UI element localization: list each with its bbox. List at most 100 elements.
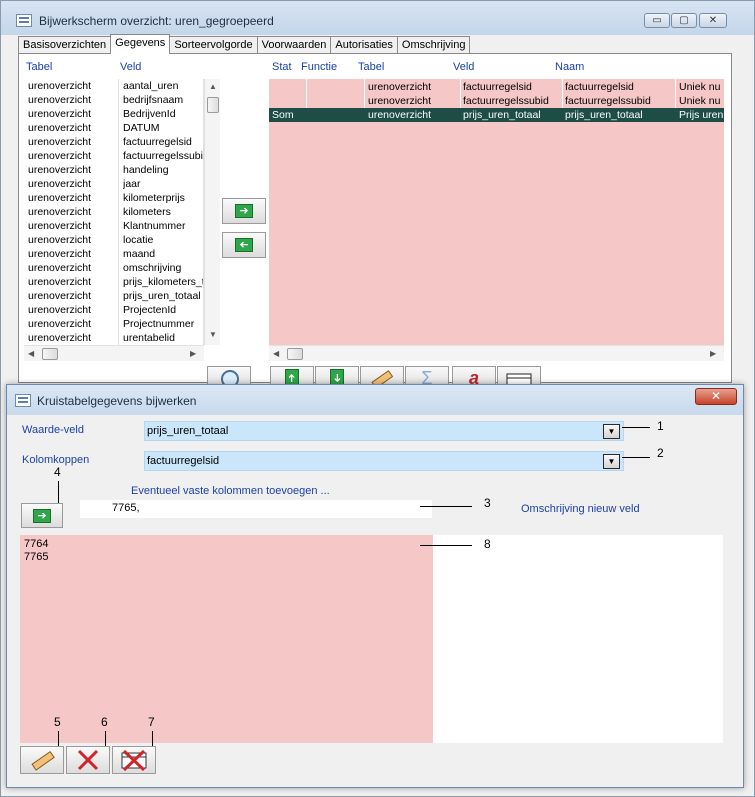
scroll-left-icon[interactable]: ◀ xyxy=(28,350,34,358)
add-fixed-column-button[interactable]: ➔ xyxy=(21,503,63,528)
list-item[interactable]: urenoverzicht kilometerprijs xyxy=(24,191,220,205)
grid-header-function: Functie xyxy=(301,61,338,73)
table-row[interactable]: urenoverzicht factuurregelssubid factuurre… xyxy=(269,94,724,108)
close-button[interactable]: ✕ xyxy=(699,13,727,28)
red-x-icon xyxy=(77,749,99,771)
chevron-down-icon[interactable]: ▼ xyxy=(603,424,620,439)
scroll-thumb[interactable] xyxy=(42,348,58,360)
scroll-right-icon[interactable]: ▶ xyxy=(190,350,196,358)
list-item[interactable]: urenoverzicht jaar xyxy=(24,177,220,191)
list-item-table: urenoverzicht xyxy=(28,276,92,288)
table-row[interactable]: urenoverzicht factuurregelsid factuurregel… xyxy=(269,80,724,94)
cancel-button[interactable] xyxy=(66,746,110,774)
tab-sorteervolgorde[interactable]: Sorteervolgorde xyxy=(169,36,258,54)
list-item-table: urenoverzicht xyxy=(28,206,92,218)
list-item[interactable]: urenoverzicht maand xyxy=(24,247,220,261)
dialog-close-button[interactable]: ✕ xyxy=(695,388,737,405)
grid-cell-field: prijs_uren_totaal xyxy=(463,109,541,121)
list-item[interactable]: urenoverzicht ProjectenId xyxy=(24,303,220,317)
delete-crosstab-button[interactable] xyxy=(112,746,156,774)
grid-cell-stat: Som xyxy=(272,109,294,121)
list-item-field: omschrijving xyxy=(123,262,182,274)
list-item-field: Klantnummer xyxy=(123,220,186,232)
list-item-table: urenoverzicht xyxy=(28,80,92,92)
list-item-table: urenoverzicht xyxy=(28,192,92,204)
list-item[interactable]: urenoverzicht Projectnummer xyxy=(24,317,220,331)
list-item[interactable]: urenoverzicht factuurregelssubid xyxy=(24,149,220,163)
delete-table-icon xyxy=(121,749,147,772)
list-item-field: Projectnummer xyxy=(123,318,195,330)
field-list[interactable]: urenoverzicht aantal_uren urenoverzicht bed… xyxy=(24,79,220,345)
new-field-description-input[interactable] xyxy=(433,535,723,743)
column-headers-select[interactable]: factuurregelsid ▼ xyxy=(144,451,624,471)
list-item-field: kilometers xyxy=(123,206,171,218)
callout-7: 7 xyxy=(148,715,155,729)
grid-header-name: Naam xyxy=(555,61,585,73)
value-field-select[interactable]: prijs_uren_totaal ▼ xyxy=(144,421,624,441)
field-list-hscrollbar[interactable]: ◀ ▶ xyxy=(24,345,204,361)
callout-3: 3 xyxy=(484,496,491,510)
tab-omschrijving[interactable]: Omschrijving xyxy=(396,36,471,54)
scroll-thumb[interactable] xyxy=(287,348,303,360)
list-item[interactable]: urenoverzicht omschrijving xyxy=(24,261,220,275)
scroll-left-icon[interactable]: ◀ xyxy=(273,350,279,358)
grid-cell-desc: Uniek nu xyxy=(679,81,721,93)
list-header-table: Tabel xyxy=(26,61,53,73)
list-item[interactable]: urenoverzicht prijs_uren_totaal xyxy=(24,289,220,303)
callout-line xyxy=(420,545,472,546)
field-list-vscrollbar[interactable]: ▲ ▼ xyxy=(204,79,220,345)
list-item[interactable]: urenoverzicht locatie xyxy=(24,233,220,247)
dialog-title: Kruistabelgegevens bijwerken xyxy=(37,394,197,408)
maximize-button[interactable]: ▢ xyxy=(671,13,697,28)
minimize-button[interactable]: ▭ xyxy=(644,13,670,28)
dialog-titlebar[interactable]: Kruistabelgegevens bijwerken ✕ xyxy=(7,385,743,415)
grid-cell-name: prijs_uren_totaal xyxy=(565,109,643,121)
list-item[interactable]: urenoverzicht aantal_uren xyxy=(24,79,220,93)
scroll-thumb[interactable] xyxy=(207,97,219,113)
tab-autorisaties[interactable]: Autorisaties xyxy=(330,36,398,54)
tab-voorwaarden[interactable]: Voorwaarden xyxy=(256,36,332,54)
selected-fields-grid[interactable]: urenoverzicht factuurregelsid factuurregel… xyxy=(269,79,724,345)
minimize-icon: ▭ xyxy=(652,14,662,26)
list-item[interactable]: urenoverzicht handeling xyxy=(24,163,220,177)
fixed-columns-input[interactable]: 7765, xyxy=(80,500,432,518)
list-item[interactable]: urenoverzicht urentabelid xyxy=(24,331,220,345)
arrow-right-icon: ➔ xyxy=(33,508,51,523)
list-item-field: DATUM xyxy=(123,122,160,134)
tab-basisoverzichten[interactable]: Basisoverzichten xyxy=(18,36,112,54)
list-item[interactable]: 7765 xyxy=(24,551,433,564)
save-button[interactable] xyxy=(20,746,64,774)
list-item-field: handeling xyxy=(123,164,169,176)
list-item-table: urenoverzicht xyxy=(28,290,92,302)
list-item-table: urenoverzicht xyxy=(28,108,92,120)
chevron-down-icon[interactable]: ▼ xyxy=(603,454,620,469)
list-item[interactable]: urenoverzicht prijs_kilometers_totaal xyxy=(24,275,220,289)
remove-field-button[interactable]: ➔ xyxy=(222,232,266,258)
list-item[interactable]: urenoverzicht bedrijfsnaam xyxy=(24,93,220,107)
tab-gegevens[interactable]: Gegevens xyxy=(110,34,171,54)
list-item[interactable]: 7764 xyxy=(24,538,433,551)
scroll-up-icon[interactable]: ▲ xyxy=(209,83,217,91)
list-item[interactable]: urenoverzicht Klantnummer xyxy=(24,219,220,233)
main-titlebar[interactable]: Bijwerkscherm overzicht: uren_gegroepeer… xyxy=(1,1,754,35)
list-item-field: jaar xyxy=(123,178,141,190)
list-item[interactable]: urenoverzicht BedrijvenId xyxy=(24,107,220,121)
scroll-right-icon[interactable]: ▶ xyxy=(710,350,716,358)
add-field-button[interactable]: ➔ xyxy=(222,198,266,224)
list-item[interactable]: urenoverzicht factuurregelsid xyxy=(24,135,220,149)
callout-8: 8 xyxy=(484,537,491,551)
list-item-table: urenoverzicht xyxy=(28,164,92,176)
list-header-field: Veld xyxy=(120,61,142,73)
callout-4: 4 xyxy=(54,465,61,479)
scroll-down-icon[interactable]: ▼ xyxy=(209,331,217,339)
list-item[interactable]: urenoverzicht DATUM xyxy=(24,121,220,135)
grid-cell-table: urenoverzicht xyxy=(368,95,432,107)
table-row[interactable]: Som urenoverzicht prijs_uren_totaal prijs_u… xyxy=(269,108,724,122)
grid-hscrollbar[interactable]: ◀ ▶ xyxy=(269,345,724,361)
list-item-table: urenoverzicht xyxy=(28,248,92,260)
list-item-field: locatie xyxy=(123,234,154,246)
value-field-value: prijs_uren_totaal xyxy=(147,425,229,437)
list-item[interactable]: urenoverzicht kilometers xyxy=(24,205,220,219)
values-list[interactable]: 7764 7765 xyxy=(20,535,433,743)
callout-line xyxy=(622,457,650,458)
